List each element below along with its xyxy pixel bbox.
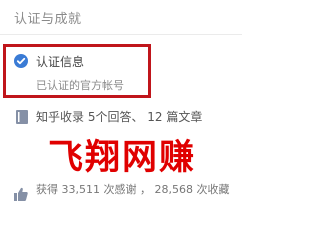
watermark-text: 飞翔网赚 [48,138,197,178]
verification-subtitle: 已认证的官方帐号 [36,79,124,92]
panel-title: 认证与成就 [14,12,82,27]
book-icon [16,110,28,124]
achievements-panel: 认证与成就 认证信息 已认证的官方帐号 知乎收录 5个回答、 12 篇文章 飞翔… [0,0,242,233]
verification-label[interactable]: 认证信息 [36,53,84,70]
zhihu-collection-text[interactable]: 知乎收录 5个回答、 12 篇文章 [36,108,202,125]
check-badge-icon [14,54,28,68]
thumbs-up-icon [14,187,28,201]
thanks-stats-text: 获得 33,511 次感谢 ， 28,568 次收藏 [36,183,230,196]
panel-header: 认证与成就 [0,0,242,35]
